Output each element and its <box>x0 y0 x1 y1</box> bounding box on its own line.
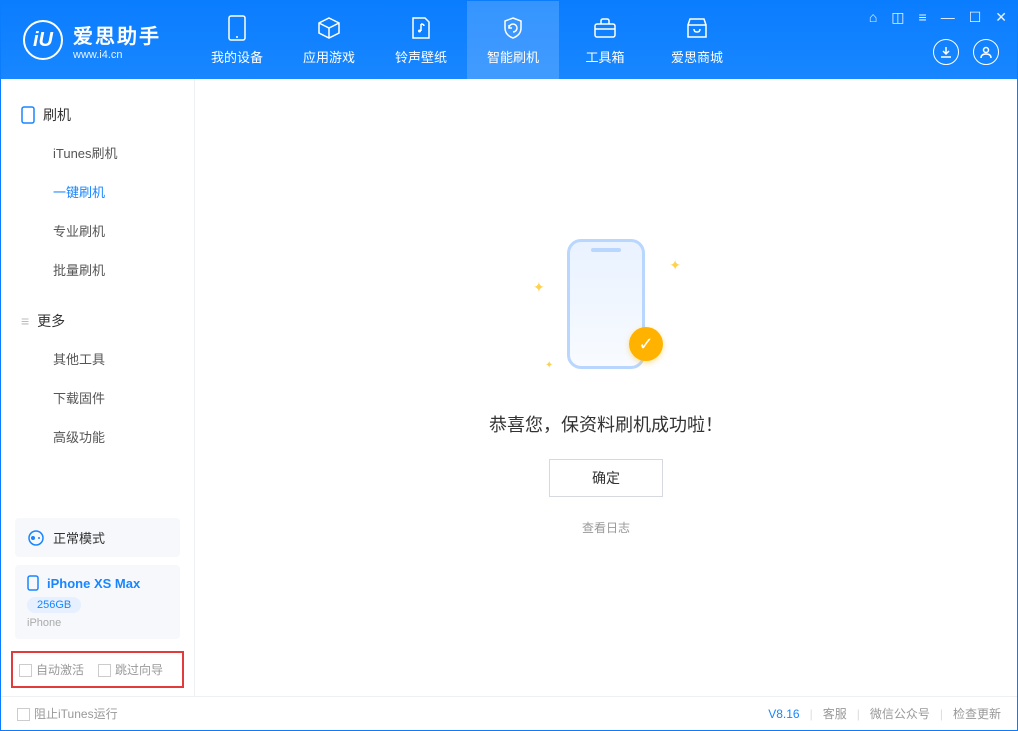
version-label: V8.16 <box>768 707 799 721</box>
sidebar-item-other-tools[interactable]: 其他工具 <box>1 339 194 378</box>
tab-store[interactable]: 爱思商城 <box>651 1 743 79</box>
device-icon <box>224 15 250 41</box>
device-type: iPhone <box>27 617 168 629</box>
highlighted-options-box: 自动激活 跳过向导 <box>11 651 184 688</box>
checkbox-block-itunes[interactable]: 阻止iTunes运行 <box>17 705 118 722</box>
sidebar-item-itunes-flash[interactable]: iTunes刷机 <box>1 133 194 172</box>
checkbox-auto-activate[interactable]: 自动激活 <box>19 661 84 678</box>
maximize-button[interactable]: ☐ <box>969 9 982 26</box>
logo-icon: iU <box>23 20 63 60</box>
main-content: ✦ ✦ ✦ ✓ 恭喜您，保资料刷机成功啦！ 确定 查看日志 <box>195 79 1017 696</box>
sidebar-item-download-firmware[interactable]: 下载固件 <box>1 378 194 417</box>
tab-my-device[interactable]: 我的设备 <box>191 1 283 79</box>
cube-icon <box>316 15 342 41</box>
sparkle-icon: ✦ <box>545 360 553 371</box>
minimize-button[interactable]: — <box>941 9 955 26</box>
customer-service-link[interactable]: 客服 <box>823 705 847 722</box>
sidebar-item-onekey-flash[interactable]: 一键刷机 <box>1 172 194 211</box>
wechat-link[interactable]: 微信公众号 <box>870 705 930 722</box>
download-button[interactable] <box>933 39 959 65</box>
lock-icon[interactable]: ◫ <box>891 9 904 26</box>
store-icon <box>684 15 710 41</box>
phone-small-icon <box>27 575 39 591</box>
app-name: 爱思助手 <box>73 20 161 49</box>
music-file-icon <box>408 15 434 41</box>
sidebar-item-advanced[interactable]: 高级功能 <box>1 417 194 456</box>
close-button[interactable]: ✕ <box>995 9 1007 26</box>
ok-button[interactable]: 确定 <box>549 459 663 497</box>
app-url: www.i4.cn <box>73 49 161 61</box>
device-info-box[interactable]: iPhone XS Max 256GB iPhone <box>15 565 180 639</box>
sidebar: 刷机 iTunes刷机 一键刷机 专业刷机 批量刷机 ≡ 更多 其他工具 下载固… <box>1 79 195 696</box>
main-tabs: 我的设备 应用游戏 铃声壁纸 智能刷机 工具箱 爱思商城 <box>191 1 743 79</box>
user-button[interactable] <box>973 39 999 65</box>
tab-smart-flash[interactable]: 智能刷机 <box>467 1 559 79</box>
list-icon: ≡ <box>21 313 29 329</box>
window-controls: ⌂ ◫ ≡ — ☐ ✕ <box>869 9 1007 26</box>
app-header: iU 爱思助手 www.i4.cn 我的设备 应用游戏 铃声壁纸 智能刷机 工具… <box>1 1 1017 79</box>
sidebar-group-more: ≡ 更多 <box>1 303 194 339</box>
tab-toolbox[interactable]: 工具箱 <box>559 1 651 79</box>
sidebar-group-flash: 刷机 <box>1 97 194 133</box>
phone-icon <box>21 106 35 124</box>
sidebar-item-pro-flash[interactable]: 专业刷机 <box>1 211 194 250</box>
mode-icon <box>27 529 45 547</box>
header-right-buttons <box>933 39 999 65</box>
menu-icon[interactable]: ≡ <box>919 9 927 26</box>
shield-refresh-icon <box>500 15 526 41</box>
view-log-link[interactable]: 查看日志 <box>582 519 630 536</box>
device-capacity: 256GB <box>27 597 81 613</box>
device-mode-box[interactable]: 正常模式 <box>15 518 180 557</box>
check-badge-icon: ✓ <box>629 327 663 361</box>
status-bar: 阻止iTunes运行 V8.16 | 客服 | 微信公众号 | 检查更新 <box>1 696 1017 730</box>
sparkle-icon: ✦ <box>533 279 545 296</box>
checkbox-skip-wizard[interactable]: 跳过向导 <box>98 661 163 678</box>
device-name: iPhone XS Max <box>47 576 140 591</box>
success-illustration: ✦ ✦ ✦ ✓ <box>531 239 681 389</box>
app-logo: iU 爱思助手 www.i4.cn <box>23 20 161 61</box>
check-update-link[interactable]: 检查更新 <box>953 705 1001 722</box>
sparkle-icon: ✦ <box>669 257 681 274</box>
tab-ringtone-wallpaper[interactable]: 铃声壁纸 <box>375 1 467 79</box>
tshirt-icon[interactable]: ⌂ <box>869 9 877 26</box>
tab-apps-games[interactable]: 应用游戏 <box>283 1 375 79</box>
success-message: 恭喜您，保资料刷机成功啦！ <box>489 411 723 437</box>
toolbox-icon <box>592 15 618 41</box>
sidebar-item-batch-flash[interactable]: 批量刷机 <box>1 250 194 289</box>
